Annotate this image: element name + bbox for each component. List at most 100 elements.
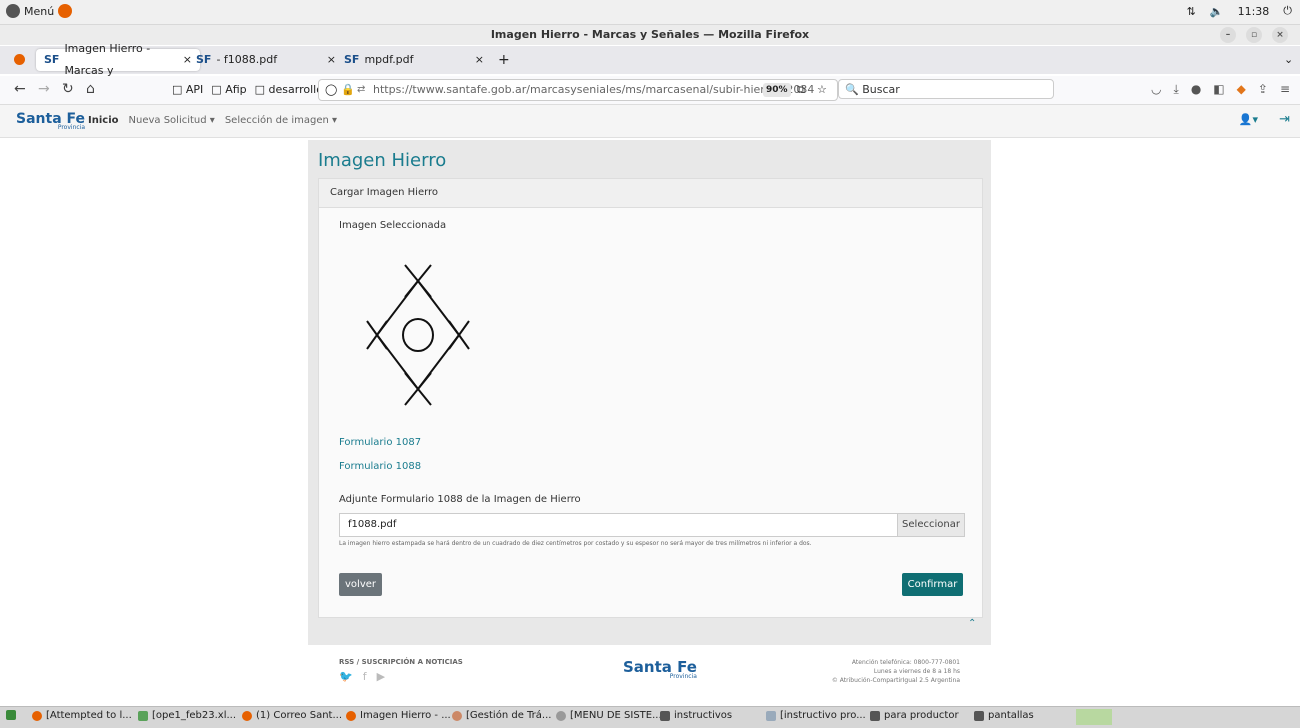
url-text[interactable]: https://twww.santafe.gob.ar/marcasysenia… xyxy=(373,80,814,100)
share-icon[interactable]: ⇪ xyxy=(1258,82,1268,97)
taskbar-label: [instructivo pro... xyxy=(780,710,866,721)
search-placeholder: Buscar xyxy=(862,83,900,96)
facebook-icon[interactable]: f xyxy=(363,670,367,683)
show-desktop-icon[interactable] xyxy=(6,710,16,720)
page-title: Imagen Hierro xyxy=(318,150,447,171)
taskbar-item[interactable]: para productor xyxy=(870,710,959,721)
taskbar-item[interactable]: [Gestión de Trá... xyxy=(452,710,551,721)
footer-license[interactable]: © Atribución-CompartirIgual 2.5 Argentin… xyxy=(832,676,960,685)
tab-imagen-hierro[interactable]: SF Imagen Hierro - Marcas y × xyxy=(36,42,200,77)
nav-image-selection-label: Selección de imagen xyxy=(224,115,329,126)
link-formulario-1088[interactable]: Formulario 1088 xyxy=(339,461,421,472)
site-footer: RSS / SUSCRIPCIÓN A NOTICIAS 🐦 f ▶ Santa… xyxy=(0,646,1300,702)
extension-icon[interactable]: ● xyxy=(1191,82,1201,97)
card-header: Cargar Imagen Hierro xyxy=(319,179,982,208)
footer-hours: Lunes a viernes de 8 a 18 hs xyxy=(873,668,960,675)
taskbar-item[interactable]: [ope1_feb23.xl... xyxy=(138,710,236,721)
youtube-icon[interactable]: ▶ xyxy=(377,670,385,683)
taskbar-item[interactable]: [MENU DE SISTE... xyxy=(556,710,662,721)
zoom-badge[interactable]: 90% xyxy=(763,83,791,97)
metamask-icon[interactable]: ◆ xyxy=(1237,82,1246,97)
rss-link[interactable]: RSS / SUSCRIPCIÓN A NOTICIAS xyxy=(339,658,463,666)
taskbar-label: [Gestión de Trá... xyxy=(466,710,552,721)
bookmark-label: Afip xyxy=(225,83,247,96)
os-menu[interactable]: Menú xyxy=(6,4,73,18)
file-input[interactable]: f1088.pdf Seleccionar xyxy=(339,513,965,537)
close-icon[interactable]: × xyxy=(1272,27,1288,43)
back-button[interactable]: volver xyxy=(339,573,382,596)
bookmark-afip[interactable]: □ Afip xyxy=(211,83,246,96)
taskbar-label: pantallas xyxy=(988,710,1034,721)
network-icon[interactable]: ⇅ xyxy=(1187,5,1196,18)
nav-image-selection[interactable]: Selección de imagen ▾ xyxy=(225,115,337,126)
taskbar-item[interactable]: (1) Correo Sant... xyxy=(242,710,342,721)
nav-new-request[interactable]: Nueva Solicitud ▾ xyxy=(129,115,215,126)
taskbar-item-active[interactable]: Imagen Hierro - ... xyxy=(346,710,451,721)
main-content: Imagen Hierro Cargar Imagen Hierro Image… xyxy=(308,140,991,645)
file-name: f1088.pdf xyxy=(348,519,397,530)
volume-icon[interactable]: 🔈 xyxy=(1210,5,1224,18)
workspace-switcher[interactable] xyxy=(1076,709,1112,725)
tab-list-icon[interactable]: ⌄ xyxy=(1276,49,1300,71)
twitter-icon[interactable]: 🐦 xyxy=(339,670,353,683)
tab-favicon: SF xyxy=(44,53,60,66)
site-logo[interactable]: Santa Fe Provincia xyxy=(16,111,85,131)
translate-ext-icon[interactable]: ◧ xyxy=(1213,82,1224,97)
taskbar-item[interactable]: [instructivo pro... xyxy=(766,710,866,721)
taskbar-item[interactable]: pantallas xyxy=(974,710,1034,721)
pocket-icon[interactable]: ◡ xyxy=(1151,82,1161,97)
logout-icon[interactable]: ⇥ xyxy=(1279,112,1290,127)
confirm-button[interactable]: Confirmar xyxy=(902,573,963,596)
taskbar-label: [Attempted to l... xyxy=(46,710,132,721)
window-controls: – ▫ × xyxy=(1220,27,1288,43)
tab-f1088[interactable]: SF - f1088.pdf × xyxy=(188,49,344,71)
tab-close-icon[interactable]: × xyxy=(327,49,336,71)
nav-home[interactable]: Inicio xyxy=(88,115,119,126)
new-tab-button[interactable]: + xyxy=(490,49,518,71)
footer-contact: Atención telefónica: 0800-777-0801 Lunes… xyxy=(832,658,960,685)
lock-icon[interactable]: 🔒 xyxy=(341,80,355,100)
search-input[interactable]: 🔍 Buscar xyxy=(838,79,1054,99)
toolbar-icons: ◡ ⤓ ● ◧ ◆ ⇪ ≡ xyxy=(1151,82,1290,97)
taskbar-item[interactable]: [Attempted to l... xyxy=(32,710,132,721)
os-menu-icon xyxy=(6,4,20,18)
translate-icon[interactable]: ⧉ xyxy=(797,80,805,100)
tab-mpdf[interactable]: SF mpdf.pdf × xyxy=(336,49,492,71)
select-file-button[interactable]: Seleccionar xyxy=(897,514,964,536)
download-icon[interactable]: ⤓ xyxy=(1174,82,1179,97)
bookmark-api[interactable]: □ API xyxy=(172,83,203,96)
search-icon: 🔍 xyxy=(845,83,859,96)
taskbar-item[interactable]: instructivos xyxy=(660,710,732,721)
taskbar-label: Imagen Hierro - ... xyxy=(360,710,451,721)
forward-icon[interactable]: → xyxy=(38,81,50,97)
tab-bar: SF Imagen Hierro - Marcas y × SF - f1088… xyxy=(0,42,1300,77)
home-icon[interactable]: ⌂ xyxy=(86,81,95,97)
tab-close-icon[interactable]: × xyxy=(475,49,484,71)
permissions-icon[interactable]: ⇄ xyxy=(357,80,365,100)
maximize-icon[interactable]: ▫ xyxy=(1246,27,1262,43)
bookmark-label: API xyxy=(185,83,204,96)
menu-icon[interactable]: ≡ xyxy=(1280,82,1290,97)
os-menu-label: Menú xyxy=(24,4,55,18)
reload-icon[interactable]: ↻ xyxy=(62,81,74,97)
url-bar[interactable]: ◯ 🔒 ⇄ https://twww.santafe.gob.ar/marcas… xyxy=(318,79,838,101)
firefox-view-icon[interactable] xyxy=(14,54,25,65)
bookmark-desarrollo[interactable]: □ desarrollo xyxy=(255,83,323,96)
footer-logo: Santa Fe Provincia xyxy=(623,658,697,680)
clock[interactable]: 11:38 xyxy=(1238,5,1270,18)
scroll-top-icon[interactable]: ⌃ xyxy=(968,618,976,629)
link-formulario-1087[interactable]: Formulario 1087 xyxy=(339,437,421,448)
taskbar-label: instructivos xyxy=(674,710,733,721)
tab-label: mpdf.pdf xyxy=(364,53,414,66)
firefox-icon[interactable] xyxy=(58,4,73,18)
brand-image xyxy=(366,264,470,406)
window-title: Imagen Hierro - Marcas y Señales — Mozil… xyxy=(490,28,810,41)
shield-icon[interactable]: ◯ xyxy=(325,80,337,100)
power-icon[interactable]: ⏻ xyxy=(1283,4,1292,18)
nav-new-request-label: Nueva Solicitud xyxy=(128,115,207,126)
back-icon[interactable]: ← xyxy=(14,81,26,97)
user-icon[interactable]: 👤▾ xyxy=(1239,113,1258,126)
bookmark-star-icon[interactable]: ☆ xyxy=(817,80,827,100)
minimize-icon[interactable]: – xyxy=(1220,27,1236,43)
taskbar-label: (1) Correo Sant... xyxy=(256,710,342,721)
